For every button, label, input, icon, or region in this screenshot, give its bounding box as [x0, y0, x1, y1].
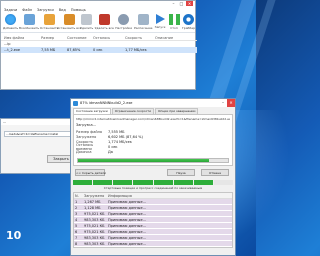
segment	[193, 180, 213, 185]
segment	[93, 180, 113, 185]
stop-all-button[interactable]: Остановить все	[57, 13, 82, 32]
toolbar: Добавить Возобновить Остановить Останови…	[1, 13, 195, 33]
resume-icon	[23, 14, 35, 25]
download-progress-dialog: 87% idmanNNNNbuild2_2.exe – ✕ Состояние …	[70, 98, 236, 256]
download-progress-bar	[77, 158, 229, 163]
column-header[interactable]: Скорость	[125, 36, 155, 40]
detail-row: Докачка Да	[76, 149, 113, 154]
maximize-icon[interactable]: □	[178, 1, 185, 6]
segments-caption: Стартовые позиции и прогресс соединений …	[103, 186, 203, 190]
menu-item[interactable]: Помощь	[71, 8, 86, 12]
stop-icon	[43, 14, 55, 25]
hide-details-button[interactable]: << Скрыть детали	[75, 169, 106, 176]
resume-button[interactable]: Возобновить	[19, 13, 39, 32]
progress-details: http://mirror2.internetdownloadmanager.c…	[73, 114, 233, 166]
pause-button[interactable]: Пауза	[167, 169, 195, 176]
minimize-icon[interactable]: –	[219, 99, 227, 107]
add-button[interactable]: Добавить	[3, 13, 18, 32]
address-field[interactable]: ...loads&ref=b=1&filename=instal	[4, 131, 78, 137]
progress-titlebar: 87% idmanNNNNbuild2_2.exe – ✕	[71, 99, 235, 107]
stop-queue-button[interactable]: Стоп	[168, 13, 180, 32]
grabber-button[interactable]: Граббер	[182, 13, 195, 32]
download-url: http://mirror2.internetdownloadmanager.c…	[76, 117, 230, 121]
connections-table: N. Загружено Информация 1 1,267 МБ Принима…	[73, 192, 233, 248]
delete-all-icon	[98, 14, 110, 25]
cancel-button[interactable]: Отмена	[201, 169, 229, 176]
options-button[interactable]: Настройки	[115, 13, 132, 32]
close-icon[interactable]: ✕	[186, 1, 193, 6]
delete-icon	[81, 14, 93, 25]
start-queue-icon	[155, 14, 165, 24]
delete-all-button[interactable]: Удалить все	[95, 13, 114, 32]
table-row: 8 983,303 КБ Принимаю данные...	[74, 241, 232, 247]
grabber-icon	[182, 14, 194, 25]
list-item[interactable]	[1, 53, 197, 59]
button-row: << Скрыть детали Пауза Отмена	[71, 166, 235, 180]
close-icon[interactable]: ✕	[227, 99, 235, 107]
menu-item[interactable]: Файл	[22, 8, 32, 12]
menu-item[interactable]: Загрузки	[37, 8, 54, 12]
stop-queue-icon	[168, 14, 180, 25]
segment	[113, 180, 133, 185]
column-header[interactable]: Описание	[155, 36, 195, 40]
scheduler-icon	[137, 14, 149, 25]
progress-title: 87% idmanNNNNbuild2_2.exe	[80, 101, 133, 105]
progress-fill	[78, 159, 210, 162]
add-icon	[5, 14, 17, 25]
stop-button[interactable]: Остановить	[40, 13, 58, 32]
small-dialog-titlebar: ... ✕	[1, 119, 79, 125]
column-header[interactable]: Состояние	[67, 36, 93, 40]
os-version-label: 10	[6, 229, 22, 242]
download-icon	[73, 100, 78, 106]
options-icon	[118, 14, 130, 25]
segment	[73, 180, 93, 185]
column-header[interactable]: Осталось	[93, 36, 125, 40]
segment	[133, 180, 153, 185]
connection-segments-bar	[73, 180, 233, 185]
column-header[interactable]: Размер	[41, 36, 67, 40]
segment	[153, 180, 173, 185]
main-window: – □ ✕ Задачи Файл Загрузки Вид Помощь До…	[0, 0, 197, 90]
menu-item[interactable]: Вид	[59, 8, 66, 12]
stop-all-icon	[63, 14, 75, 25]
scheduler-button[interactable]: Расписание	[134, 13, 152, 32]
column-header[interactable]: Имя файла	[1, 36, 41, 40]
progress-tabs: Состояние загрузки Ограничение скорости …	[71, 107, 235, 114]
download-list: Имя файла Размер Состояние Осталось Скор…	[1, 35, 197, 59]
status-text: Загрузка...	[76, 123, 96, 127]
menu-item[interactable]: Задачи	[4, 8, 17, 12]
segment	[213, 180, 233, 185]
start-queue-button[interactable]: Запуск	[154, 13, 166, 32]
small-dialog: ... ✕ ...loads&ref=b=1&filename=instal З…	[0, 118, 80, 174]
segment	[173, 180, 193, 185]
delete-button[interactable]: Удалить	[80, 13, 93, 32]
minimize-icon[interactable]: –	[170, 1, 177, 6]
main-titlebar: – □ ✕	[1, 1, 195, 7]
